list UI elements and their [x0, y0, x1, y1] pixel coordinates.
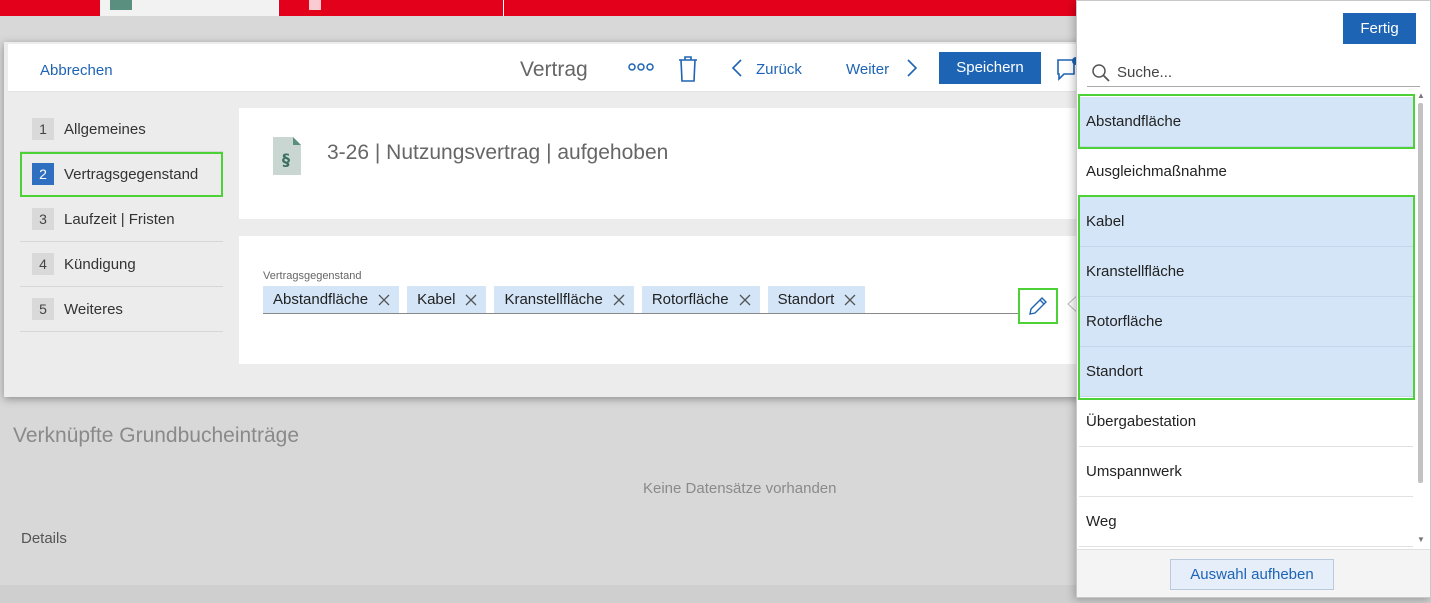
nav-item-label: Kündigung — [64, 255, 136, 273]
nav-step-number: 4 — [32, 253, 54, 275]
clear-selection-button[interactable]: Auswahl aufheben — [1170, 559, 1334, 590]
remove-chip-icon[interactable] — [739, 294, 751, 306]
nav-step-number: 3 — [32, 208, 54, 230]
cancel-button[interactable]: Abbrechen — [40, 62, 113, 79]
nav-item-label: Vertragsgegenstand — [64, 165, 199, 183]
option-umspannwerk[interactable]: Umspannwerk — [1079, 447, 1413, 497]
remove-chip-icon[interactable] — [378, 294, 390, 306]
details-label: Details — [21, 530, 67, 547]
chevron-left-icon[interactable] — [730, 58, 744, 78]
contract-title: 3-26 | Nutzungsvertrag | aufgehoben — [327, 141, 669, 164]
option-weg[interactable]: Weg — [1079, 497, 1413, 547]
chip-rotorflaeche: Rotorfläche — [641, 286, 760, 313]
option-standort[interactable]: Standort — [1079, 347, 1413, 397]
option-abstandflaeche[interactable]: Abstandfläche — [1079, 97, 1413, 147]
chip-label: Kranstellfläche — [504, 291, 603, 308]
dialog-header: Abbrechen Vertrag Zurück Weiter Speicher… — [8, 44, 1090, 92]
option-kranstellflaeche[interactable]: Kranstellfläche — [1079, 247, 1413, 297]
save-button[interactable]: Speichern — [939, 52, 1041, 84]
nav-step-number: 5 — [32, 298, 54, 320]
chip-label: Kabel — [417, 291, 456, 308]
nav-item-weiteres[interactable]: 5 Weiteres — [20, 287, 223, 332]
done-button[interactable]: Fertig — [1343, 13, 1416, 44]
selection-panel: Fertig Abstandfläche Ausgleichmaßnahme K… — [1076, 0, 1431, 598]
chip-kranstellflaeche: Kranstellfläche — [494, 286, 634, 313]
list-scrollbar[interactable]: ▲ ▼ — [1417, 91, 1426, 547]
pencil-icon — [1029, 297, 1047, 315]
nav-item-allgemeines[interactable]: 1 Allgemeines — [20, 107, 223, 152]
nav-item-label: Weiteres — [64, 300, 123, 318]
linked-entries-title: Verknüpfte Grundbucheinträge — [13, 424, 300, 447]
nav-item-kuendigung[interactable]: 4 Kündigung — [20, 242, 223, 287]
contract-document-icon: § — [273, 137, 301, 175]
search-input[interactable] — [1117, 64, 1407, 81]
more-options-icon[interactable] — [628, 60, 654, 74]
nav-item-laufzeit[interactable]: 3 Laufzeit | Fristen — [20, 197, 223, 242]
remove-chip-icon[interactable] — [465, 294, 477, 306]
chip-standort: Standort — [767, 286, 866, 313]
option-list: Abstandfläche Ausgleichmaßnahme Kabel Kr… — [1079, 97, 1413, 547]
search-box — [1087, 59, 1420, 87]
chip-label: Standort — [777, 291, 835, 308]
no-records-text: Keine Datensätze vorhanden — [643, 480, 837, 497]
edit-selection-button[interactable] — [1018, 288, 1058, 324]
panel-footer: Auswahl aufheben — [1077, 549, 1430, 597]
subject-field-card: Vertragsgegenstand Abstandfläche Kabel K… — [239, 236, 1094, 364]
trash-icon[interactable] — [677, 56, 699, 82]
chip-kabel: Kabel — [407, 286, 487, 313]
chip-list: Abstandfläche Kabel Kranstellfläche Roto… — [263, 286, 1023, 314]
nav-step-number: 1 — [32, 118, 54, 140]
back-button[interactable]: Zurück — [756, 61, 802, 78]
scroll-up-icon[interactable]: ▲ — [1417, 91, 1425, 100]
step-navigation: 1 Allgemeines 2 Vertragsgegenstand 3 Lau… — [20, 107, 223, 332]
option-ausgleichmassnahme[interactable]: Ausgleichmaßnahme — [1079, 147, 1413, 197]
search-icon — [1092, 63, 1110, 82]
chip-label: Abstandfläche — [273, 291, 369, 308]
chevron-right-icon[interactable] — [905, 58, 919, 78]
chip-label: Rotorfläche — [651, 291, 729, 308]
option-kabel[interactable]: Kabel — [1079, 197, 1413, 247]
chip-abstandflaeche: Abstandfläche — [263, 286, 400, 313]
document-icon — [309, 0, 321, 10]
svg-text:§: § — [282, 150, 290, 169]
scroll-down-icon[interactable]: ▼ — [1417, 535, 1425, 544]
app-tab[interactable] — [278, 0, 504, 16]
app-tab-active[interactable] — [100, 0, 278, 16]
option-uebergabestation[interactable]: Übergabestation — [1079, 397, 1413, 447]
dialog-title: Vertrag — [520, 58, 588, 81]
contract-header-card: § 3-26 | Nutzungsvertrag | aufgehoben — [239, 108, 1094, 219]
remove-chip-icon[interactable] — [844, 294, 856, 306]
nav-item-label: Allgemeines — [64, 120, 146, 138]
nav-item-label: Laufzeit | Fristen — [64, 210, 175, 228]
field-label: Vertragsgegenstand — [263, 270, 362, 282]
next-button[interactable]: Weiter — [846, 61, 889, 78]
scroll-thumb[interactable] — [1418, 103, 1423, 483]
remove-chip-icon[interactable] — [613, 294, 625, 306]
nav-item-vertragsgegenstand[interactable]: 2 Vertragsgegenstand — [20, 152, 223, 197]
contract-dialog: Abbrechen Vertrag Zurück Weiter Speicher… — [4, 42, 1094, 397]
nav-step-number: 2 — [32, 163, 54, 185]
option-rotorflaeche[interactable]: Rotorfläche — [1079, 297, 1413, 347]
spreadsheet-icon — [110, 0, 132, 10]
